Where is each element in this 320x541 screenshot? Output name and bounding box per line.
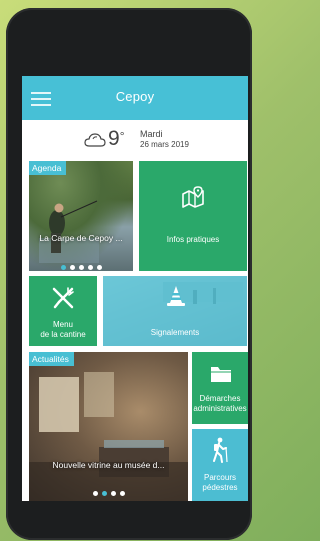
- agenda-tag: Agenda: [29, 161, 67, 175]
- folder-icon: [211, 367, 231, 382]
- cloud-sun-icon: [84, 133, 106, 147]
- actualites-carousel-dots: [29, 483, 188, 496]
- infos-pratiques-tile[interactable]: Infos pratiques: [139, 161, 247, 271]
- infos-pratiques-label: Infos pratiques: [166, 235, 220, 244]
- demarches-label-line1: Démarches: [199, 394, 241, 403]
- parcours-tile[interactable]: Parcours pédestres: [192, 429, 248, 501]
- temperature: 9°: [108, 127, 125, 151]
- cantine-tile[interactable]: Menu de la cantine: [29, 276, 97, 346]
- agenda-tile[interactable]: Agenda La Carpe de Cepoy ...: [29, 161, 133, 271]
- demarches-label-line2: administratives: [193, 404, 247, 413]
- signalements-tile[interactable]: Signalements: [103, 276, 247, 346]
- hiker-icon: [213, 437, 228, 463]
- carousel-dot[interactable]: [60, 265, 66, 270]
- cantine-label-line2: de la cantine: [40, 330, 86, 339]
- parcours-label-line1: Parcours: [203, 473, 236, 482]
- carousel-dot[interactable]: [78, 265, 84, 270]
- parcours-label: Parcours pédestres: [192, 473, 248, 493]
- map-pin-icon: [182, 186, 204, 208]
- museum-photo: [29, 372, 188, 501]
- app-title: Cepoy: [115, 89, 155, 104]
- cantine-label-line1: Menu: [52, 320, 73, 329]
- signalements-label: Signalements: [150, 328, 200, 337]
- weather-day: Mardi: [140, 129, 163, 139]
- weather-widget: 9° Mardi 26 mars 2019: [22, 126, 248, 156]
- carousel-dot[interactable]: [92, 491, 98, 496]
- carousel-dot[interactable]: [96, 265, 102, 270]
- weather-date: 26 mars 2019: [140, 140, 189, 149]
- fork-knife-icon: [52, 287, 74, 309]
- app-screen: Cepoy 9° Mardi 26 mars 2019 Agenda La Ca…: [22, 76, 248, 501]
- actualites-caption: Nouvelle vitrine au musée d...: [52, 460, 165, 470]
- traffic-cone-icon: [167, 286, 185, 306]
- temperature-value: 9: [108, 127, 120, 150]
- carousel-dot[interactable]: [119, 491, 125, 496]
- actualites-tile[interactable]: Actualités Nouvelle vitrine au musée d..…: [29, 352, 188, 501]
- app-bar: Cepoy: [22, 76, 248, 120]
- carousel-dot[interactable]: [87, 265, 93, 270]
- fisherman-photo: [39, 200, 99, 263]
- agenda-caption: La Carpe de Cepoy ...: [39, 233, 123, 243]
- temperature-unit: °: [119, 129, 125, 143]
- phone-frame: Cepoy 9° Mardi 26 mars 2019 Agenda La Ca…: [6, 8, 252, 540]
- demarches-label: Démarches administratives: [192, 394, 248, 414]
- carousel-dot[interactable]: [110, 491, 116, 496]
- actualites-tag: Actualités: [29, 352, 74, 366]
- cantine-label: Menu de la cantine: [29, 320, 97, 340]
- carousel-dot[interactable]: [101, 491, 107, 496]
- demarches-tile[interactable]: Démarches administratives: [192, 352, 248, 424]
- parcours-label-line2: pédestres: [202, 483, 238, 492]
- agenda-carousel-dots: [29, 257, 133, 270]
- carousel-dot[interactable]: [69, 265, 75, 270]
